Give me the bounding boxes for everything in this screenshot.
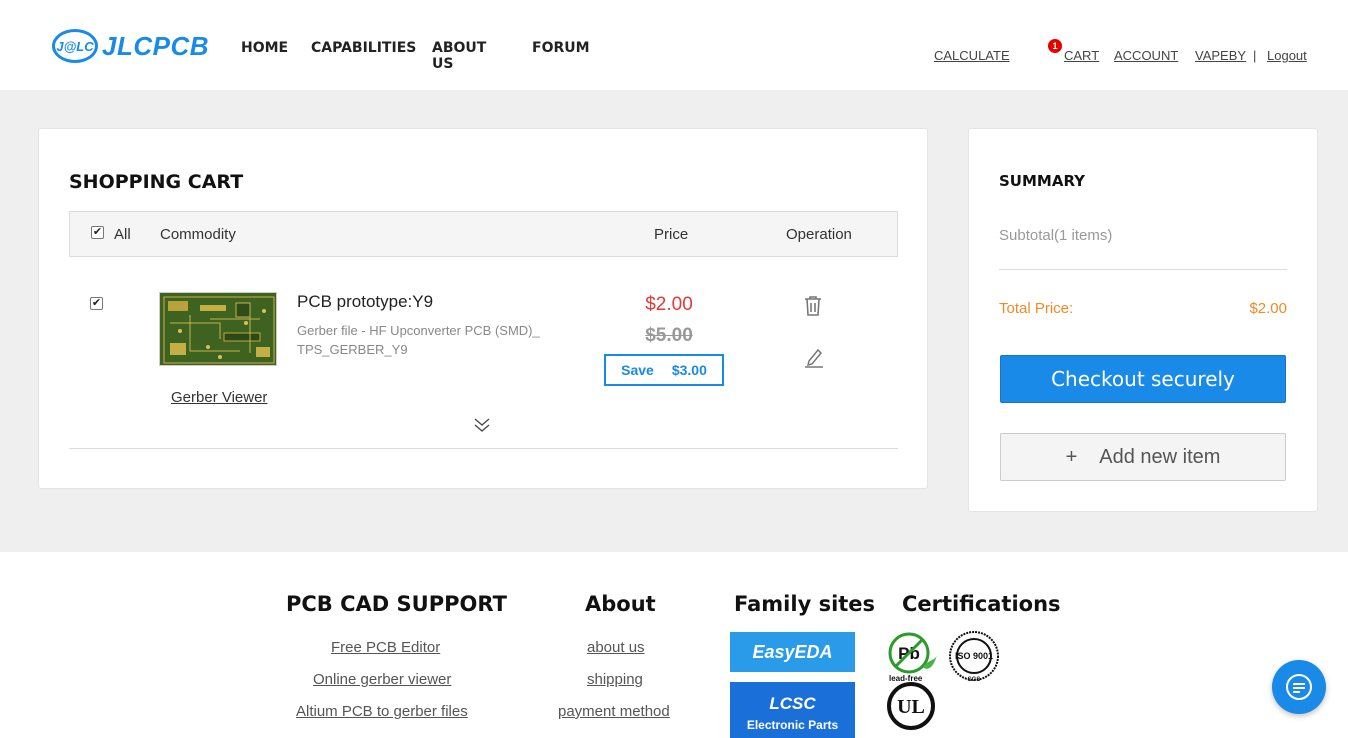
footer-about-title: About <box>585 592 656 616</box>
footer-family-title: Family sites <box>734 592 876 616</box>
chat-support-button[interactable] <box>1272 660 1326 714</box>
footer-pcb-cad-title: PCB CAD SUPPORT <box>286 592 507 616</box>
iso-9001-badge: ISO 9001 SGS <box>947 631 1001 685</box>
ul-badge: UL <box>887 682 937 732</box>
add-new-item-label: Add new item <box>1099 445 1221 468</box>
logo-text: JLCPCB <box>102 30 210 61</box>
nav-about-us[interactable]: ABOUT US <box>432 40 486 72</box>
subtotal-label: Subtotal(1 items) <box>999 227 1113 244</box>
cart-count-badge: 1 <box>1048 39 1062 53</box>
sgs-text: SGS <box>968 677 981 683</box>
footer-certifications-title: Certifications <box>902 592 1061 616</box>
pcb-board-image <box>160 293 276 365</box>
lcsc-subtext: Electronic Parts <box>746 718 839 732</box>
cart-table-header: ✔ All Commodity Price Operation <box>69 211 898 257</box>
summary-panel: SUMMARY Subtotal(1 items) Total Price: $… <box>968 128 1318 512</box>
shopping-cart-panel: SHOPPING CART ✔ All Commodity Price Oper… <box>38 128 928 489</box>
gerber-viewer-link[interactable]: Gerber Viewer <box>171 389 267 406</box>
total-price-value: $2.00 <box>1249 300 1287 317</box>
cart-title: SHOPPING CART <box>69 171 244 193</box>
lead-free-badge: Pb lead-free <box>887 631 939 683</box>
pcb-thumbnail[interactable] <box>159 292 277 366</box>
header-commodity: Commodity <box>160 226 236 243</box>
lcsc-text: LCSC <box>769 694 816 713</box>
item-description: Gerber file - HF Upconverter PCB (SMD)_ … <box>297 323 540 357</box>
save-amount: $3.00 <box>671 362 707 378</box>
nav-home[interactable]: HOME <box>241 40 288 56</box>
nav-username[interactable]: VAPEBY <box>1195 48 1246 63</box>
item-price: $2.00 <box>645 294 693 315</box>
checkout-button[interactable]: Checkout securely <box>1000 355 1286 403</box>
nav-separator: | <box>1253 48 1257 63</box>
nav-calculate[interactable]: CALCULATE <box>934 48 1010 63</box>
select-all-checkbox[interactable]: ✔ <box>91 226 104 239</box>
nav-logout[interactable]: Logout <box>1267 48 1307 63</box>
header-operation: Operation <box>786 226 852 243</box>
nav-cart[interactable]: CART <box>1064 48 1099 63</box>
footer: PCB CAD SUPPORT Free PCB Editor Online g… <box>0 552 1348 738</box>
chat-bubble-icon <box>1286 674 1312 700</box>
plus-icon: + <box>1065 445 1078 468</box>
trash-icon[interactable] <box>803 295 823 322</box>
ul-text: UL <box>897 696 925 718</box>
footer-link-shipping[interactable]: shipping <box>587 671 643 688</box>
footer-link-about-us[interactable]: about us <box>587 639 645 656</box>
expand-details-icon[interactable] <box>473 417 491 438</box>
add-new-item-button[interactable]: + Add new item <box>1000 433 1286 481</box>
easyeda-logo[interactable]: EasyEDA <box>730 632 855 672</box>
footer-link-free-pcb-editor[interactable]: Free PCB Editor <box>331 639 440 656</box>
nav-capabilities[interactable]: CAPABILITIES <box>311 40 416 56</box>
item-original-price: $5.00 <box>645 325 693 346</box>
logo-badge: J@LC <box>52 29 98 63</box>
easyeda-text: EasyEDA <box>752 641 833 662</box>
item-name: PCB prototype:Y9 <box>297 292 434 311</box>
nav-account[interactable]: ACCOUNT <box>1114 48 1178 63</box>
summary-divider <box>999 269 1287 270</box>
summary-title: SUMMARY <box>999 172 1086 190</box>
header: J@LC JLCPCB HOME CAPABILITIES ABOUT US F… <box>0 0 1348 90</box>
lcsc-logo[interactable]: LCSC Electronic Parts <box>730 682 855 738</box>
footer-link-altium-to-gerber[interactable]: Altium PCB to gerber files <box>296 703 468 720</box>
jlcpcb-logo[interactable]: J@LC JLCPCB <box>52 28 209 64</box>
savings-badge: Save $3.00 <box>604 354 724 386</box>
header-price: Price <box>654 226 689 243</box>
nav-forum[interactable]: FORUM <box>532 40 590 56</box>
save-label: Save <box>621 362 654 378</box>
item-checkbox[interactable]: ✔ <box>90 297 103 310</box>
total-price-label: Total Price: <box>999 300 1074 317</box>
footer-link-online-gerber-viewer[interactable]: Online gerber viewer <box>313 671 451 688</box>
header-all: All <box>114 226 131 243</box>
cart-item-row: ✔ Gerber Viewer PCB prototype:Y9 Gerber … <box>69 257 898 449</box>
edit-icon[interactable] <box>803 346 825 373</box>
iso-text: ISO 9001 <box>955 651 993 661</box>
footer-link-payment-method[interactable]: payment method <box>558 703 670 720</box>
